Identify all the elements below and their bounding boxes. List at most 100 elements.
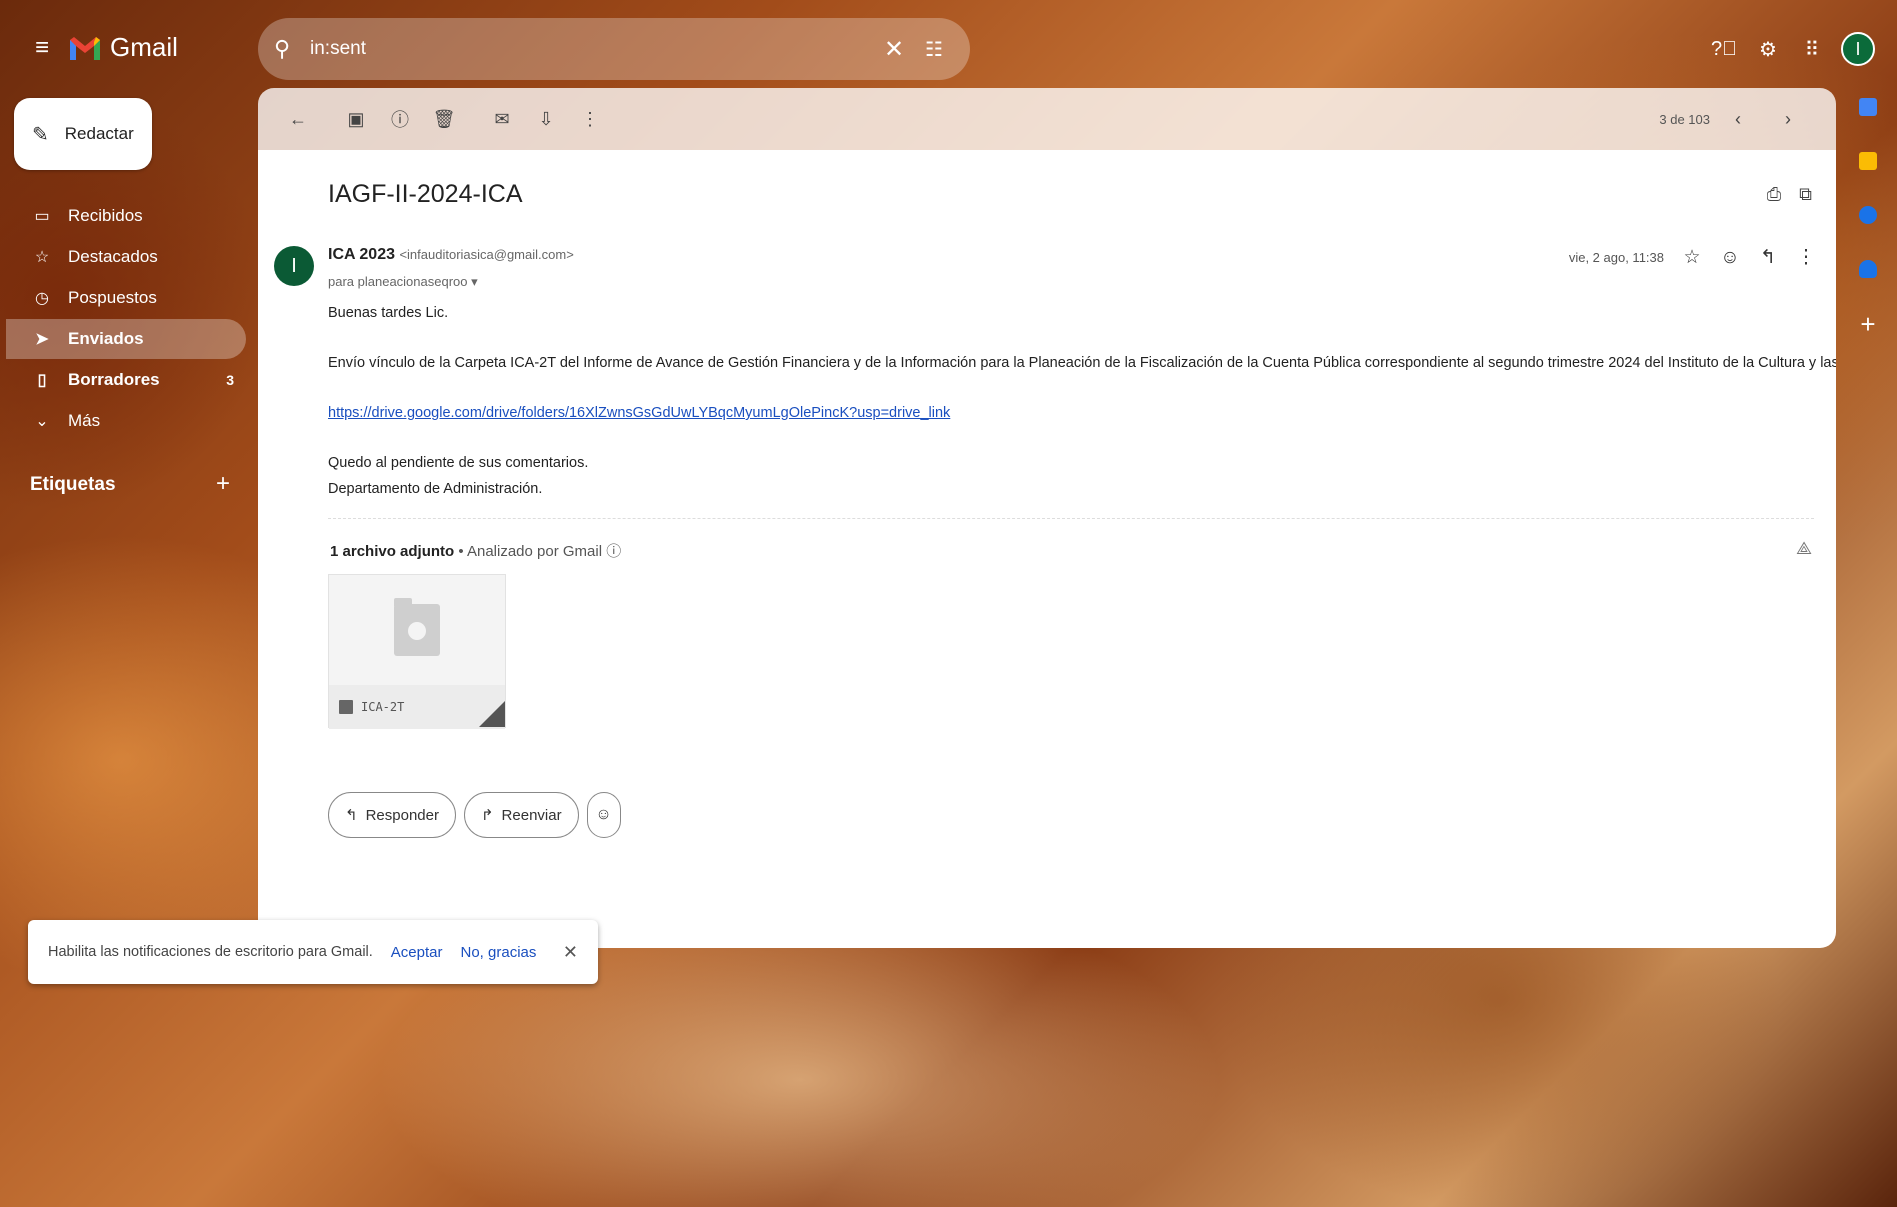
sidebar-item-drafts[interactable]: ▯ Borradores 3: [6, 360, 246, 400]
body-paragraph: Envío vínculo de la Carpeta ICA-2T del I…: [328, 355, 1836, 371]
print-icon[interactable]: ⎙: [1767, 184, 1781, 205]
open-new-window-icon[interactable]: ⧉: [1799, 184, 1812, 205]
more-vert-icon[interactable]: ⋮: [1796, 246, 1816, 269]
toast-decline-button[interactable]: No, gracias: [461, 944, 537, 961]
emoji-react-button[interactable]: ☺: [586, 792, 621, 838]
labels-header: Etiquetas +: [30, 472, 230, 496]
gmail-logo[interactable]: Gmail: [68, 32, 178, 63]
search-icon[interactable]: ⚲: [274, 36, 302, 62]
sender-avatar[interactable]: I: [274, 246, 314, 286]
scanned-label: • Analizado por Gmail: [458, 543, 603, 560]
search-options-icon[interactable]: ☷: [914, 37, 954, 62]
message-panel: ← ▣ ⓘ 🗑 ✉ ⇩ ⋮ 3 de 103 ‹ › IAGF-II-2024-…: [258, 88, 1836, 948]
forward-button[interactable]: ↱ Reenviar: [463, 792, 579, 838]
clock-icon: ◷: [35, 290, 49, 307]
gmail-logo-text: Gmail: [110, 32, 178, 62]
drive-link[interactable]: https://drive.google.com/drive/folders/1…: [328, 405, 950, 421]
reply-actions: ↰ Responder ↱ Reenviar ☺: [328, 792, 621, 838]
archive-icon[interactable]: ▣: [334, 99, 378, 139]
tasks-icon[interactable]: [1859, 206, 1877, 224]
top-right-actions: ?⃝ ⚙ ⠿ I: [1709, 32, 1891, 66]
sidebar-item-starred[interactable]: ☆ Destacados: [6, 237, 246, 277]
drafts-count: 3: [226, 372, 234, 388]
message-toolbar: ← ▣ ⓘ 🗑 ✉ ⇩ ⋮ 3 de 103 ‹ ›: [258, 88, 1836, 150]
pagination: 3 de 103 ‹ ›: [1659, 99, 1836, 139]
mark-unread-icon[interactable]: ✉: [480, 99, 524, 139]
page-corner-icon: [479, 701, 505, 727]
contacts-icon[interactable]: [1859, 260, 1877, 278]
clear-search-icon[interactable]: ✕: [874, 35, 914, 64]
reply-icon[interactable]: ↰: [1758, 246, 1778, 269]
sidebar-item-label: Pospuestos: [68, 288, 157, 307]
attachment-card[interactable]: ICA-2T: [328, 574, 506, 729]
body-greeting: Buenas tardes Lic.: [328, 305, 449, 321]
inbox-icon: ▭: [34, 208, 50, 225]
more-vert-icon[interactable]: ⋮: [568, 99, 612, 139]
star-icon: ☆: [34, 249, 50, 266]
email-body: Buenas tardes Lic. Envío vínculo de la C…: [328, 303, 1836, 505]
close-icon[interactable]: ✕: [563, 942, 578, 963]
attachment-thumbnail: [329, 575, 505, 685]
sidebar-nav: ▭ Recibidos ☆ Destacados ◷ Pospuestos ➤ …: [6, 196, 246, 442]
sidebar-item-sent[interactable]: ➤ Enviados: [6, 319, 246, 359]
sidebar-item-label: Destacados: [68, 247, 158, 266]
sidebar-item-label: Borradores: [68, 370, 160, 389]
sidebar-item-snoozed[interactable]: ◷ Pospuestos: [6, 278, 246, 318]
account-avatar[interactable]: I: [1841, 32, 1875, 66]
recipient-line[interactable]: para planeacionaseqroo ▾: [328, 274, 478, 290]
reply-label: Responder: [365, 806, 439, 824]
message-meta: vie, 2 ago, 11:38 ☆ ☺ ↰ ⋮: [1569, 246, 1816, 269]
next-icon[interactable]: ›: [1766, 99, 1810, 139]
compose-button[interactable]: ✎ Redactar: [14, 98, 152, 170]
toast-accept-button[interactable]: Aceptar: [391, 944, 443, 961]
sender-email: <infauditoriasica@gmail.com>: [399, 247, 574, 262]
body-signature: Departamento de Administración.: [328, 481, 543, 497]
keep-icon[interactable]: [1859, 152, 1877, 170]
attachments-count: 1 archivo adjunto: [330, 543, 455, 560]
search-input[interactable]: [302, 38, 874, 60]
caret-down-icon[interactable]: ▾: [471, 274, 478, 289]
settings-gear-icon[interactable]: ⚙: [1753, 34, 1783, 64]
star-icon[interactable]: ☆: [1682, 246, 1702, 269]
apps-grid-icon[interactable]: ⠿: [1797, 34, 1827, 64]
pagination-label: 3 de 103: [1659, 111, 1710, 127]
shared-folder-icon: [394, 598, 440, 656]
main-menu-icon[interactable]: ≡: [30, 36, 54, 60]
gmail-m-icon: [70, 36, 100, 60]
move-to-icon[interactable]: ⇩: [524, 99, 568, 139]
search-bar: ⚲ ✕ ☷: [258, 18, 970, 80]
sidebar-item-label: Más: [68, 411, 101, 430]
forward-label: Reenviar: [501, 806, 562, 824]
emoji-icon: ☺: [595, 806, 612, 823]
folder-icon: [339, 700, 353, 714]
report-spam-icon[interactable]: ⓘ: [378, 99, 422, 139]
prev-icon[interactable]: ‹: [1716, 99, 1760, 139]
body-closing: Quedo al pendiente de sus comentarios.: [328, 455, 589, 471]
recipient-text: para planeacionaseqroo: [328, 274, 468, 289]
emoji-reaction-icon[interactable]: ☺: [1720, 247, 1740, 269]
add-to-drive-icon[interactable]: ⟁: [1796, 538, 1812, 559]
help-icon[interactable]: ?⃝: [1709, 34, 1739, 64]
info-icon[interactable]: ⓘ: [606, 543, 621, 560]
add-label-icon[interactable]: +: [216, 472, 230, 496]
top-bar: ≡ Gmail ⚲ ✕ ☷ ?⃝ ⚙ ⠿ I: [6, 6, 1891, 86]
message-date: vie, 2 ago, 11:38: [1568, 250, 1664, 265]
back-arrow-icon[interactable]: ←: [276, 99, 320, 139]
sender-name[interactable]: ICA 2023: [328, 246, 395, 263]
delete-icon[interactable]: 🗑: [422, 99, 466, 139]
notification-toast: Habilita las notificaciones de escritori…: [28, 920, 598, 984]
sidebar-item-label: Recibidos: [68, 206, 143, 225]
reply-icon: ↰: [345, 807, 358, 824]
sidebar-item-inbox[interactable]: ▭ Recibidos: [6, 196, 246, 236]
subject-actions: ⎙ ⧉: [1767, 184, 1812, 205]
reply-button[interactable]: ↰ Responder: [328, 792, 456, 838]
add-addon-icon[interactable]: +: [1860, 311, 1875, 337]
attachment-name: ICA-2T: [361, 700, 405, 714]
send-icon: ➤: [35, 331, 49, 348]
sidebar-item-more[interactable]: ⌄ Más: [6, 401, 246, 441]
calendar-icon[interactable]: [1859, 98, 1877, 116]
sender-line: ICA 2023 <infauditoriasica@gmail.com>: [328, 246, 574, 264]
email-subject: IAGF-II-2024-ICA: [328, 180, 523, 208]
attachments-divider: [328, 518, 1814, 519]
sidebar-item-label: Enviados: [68, 329, 144, 348]
